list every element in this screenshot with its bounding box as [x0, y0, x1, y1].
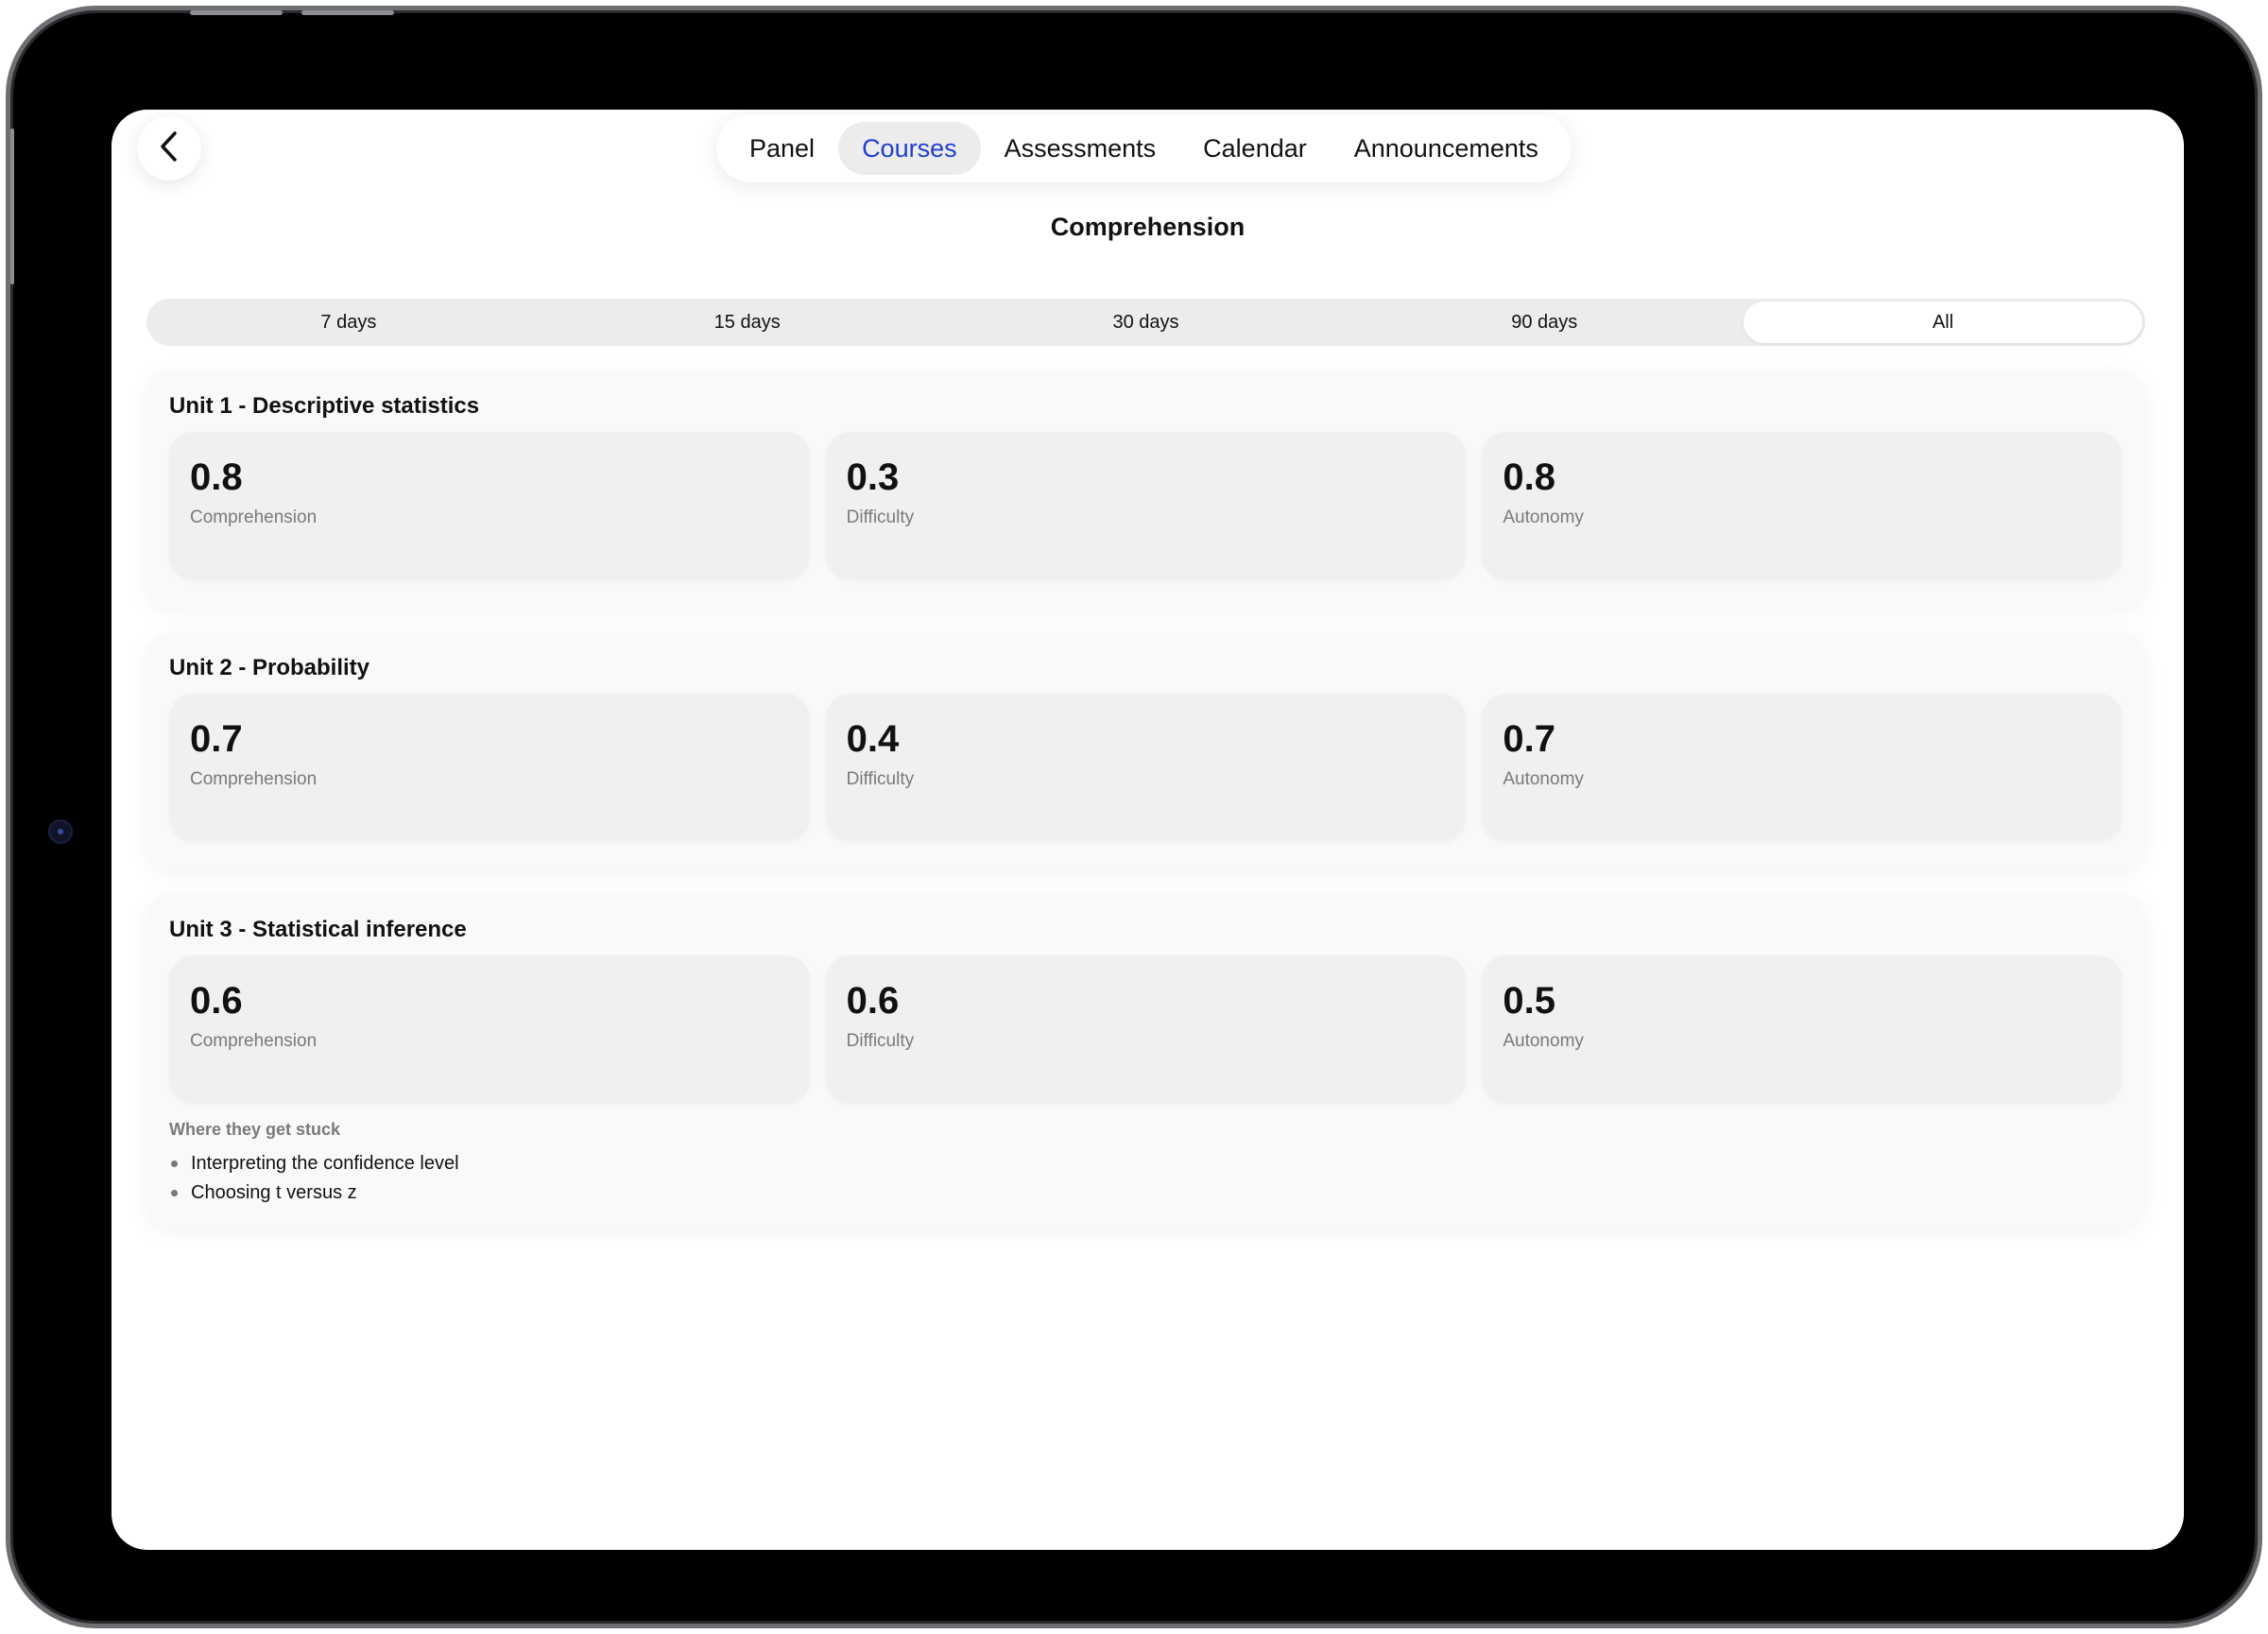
metric-card-comprehension: 0.8 Comprehension [169, 432, 810, 579]
app-screen: Panel Courses Assessments Calendar Annou… [112, 110, 2184, 1550]
volume-button [190, 10, 283, 15]
bullet-icon [171, 1161, 178, 1167]
metric-value: 0.6 [846, 980, 900, 1022]
time-range-selector: 7 days 15 days 30 days 90 days All [146, 299, 2145, 346]
range-90-days[interactable]: 90 days [1345, 301, 1744, 343]
metric-card-comprehension: 0.6 Comprehension [169, 955, 810, 1103]
metric-label: Autonomy [1503, 1031, 1584, 1051]
metric-label: Autonomy [1503, 769, 1584, 789]
page-title: Comprehension [1050, 213, 1246, 241]
tablet-frame: Panel Courses Assessments Calendar Annou… [6, 6, 2262, 1628]
metric-label: Difficulty [846, 769, 915, 789]
metric-card-difficulty: 0.3 Difficulty [825, 432, 1467, 579]
tab-announcements[interactable]: Announcements [1331, 122, 1562, 175]
back-button[interactable] [137, 116, 201, 181]
metric-card-comprehension: 0.7 Comprehension [169, 694, 810, 841]
power-button [10, 129, 14, 284]
unit-title: Unit 2 - Probability [169, 655, 370, 680]
metric-label: Autonomy [1503, 507, 1584, 527]
metric-value: 0.8 [190, 456, 243, 498]
metric-cards: 0.8 Comprehension 0.3 Difficulty 0.8 Aut… [169, 432, 2123, 579]
stuck-point-text: Choosing t versus z [191, 1182, 357, 1203]
stuck-points-title: Where they get stuck [169, 1120, 341, 1139]
metric-card-autonomy: 0.7 Autonomy [1482, 694, 2123, 841]
unit-card-3: Unit 3 - Statistical inference 0.6 Compr… [146, 894, 2145, 1229]
metric-value: 0.7 [190, 718, 243, 760]
metric-label: Difficulty [846, 507, 915, 527]
metric-label: Comprehension [190, 507, 318, 527]
unit-card-2: Unit 2 - Probability 0.7 Comprehension 0… [146, 632, 2145, 870]
metric-label: Difficulty [846, 1031, 915, 1051]
list-item: Choosing t versus z [169, 1178, 2122, 1208]
bullet-icon [171, 1190, 178, 1196]
metric-value: 0.3 [846, 456, 900, 498]
metric-cards: 0.7 Comprehension 0.4 Difficulty 0.7 Aut… [169, 694, 2123, 841]
unit-title: Unit 1 - Descriptive statistics [169, 393, 480, 419]
metric-value: 0.8 [1503, 456, 1555, 498]
range-15-days[interactable]: 15 days [548, 301, 947, 343]
metric-label: Comprehension [190, 1031, 318, 1051]
metric-label: Comprehension [190, 769, 318, 789]
stuck-point-text: Interpreting the confidence level [191, 1153, 459, 1174]
metric-cards: 0.6 Comprehension 0.6 Difficulty 0.5 Aut… [169, 955, 2123, 1103]
chevron-left-icon [158, 130, 180, 167]
metric-card-difficulty: 0.4 Difficulty [825, 694, 1467, 841]
metric-card-difficulty: 0.6 Difficulty [825, 955, 1467, 1103]
metric-value: 0.4 [846, 718, 900, 760]
range-all[interactable]: All [1744, 301, 2142, 343]
volume-button [301, 10, 394, 15]
front-camera [48, 819, 73, 844]
stuck-points-list: Interpreting the confidence level Choosi… [169, 1149, 2122, 1208]
tab-assessments[interactable]: Assessments [981, 122, 1180, 175]
unit-title: Unit 3 - Statistical inference [169, 917, 467, 942]
top-nav: Panel Courses Assessments Calendar Annou… [716, 114, 1572, 182]
tab-courses[interactable]: Courses [838, 122, 981, 175]
range-30-days[interactable]: 30 days [947, 301, 1346, 343]
tab-calendar[interactable]: Calendar [1179, 122, 1331, 175]
list-item: Interpreting the confidence level [169, 1149, 2122, 1178]
tab-panel[interactable]: Panel [726, 122, 838, 175]
range-7-days[interactable]: 7 days [149, 301, 548, 343]
metric-card-autonomy: 0.8 Autonomy [1482, 432, 2123, 579]
metric-value: 0.6 [190, 980, 243, 1022]
metric-card-autonomy: 0.5 Autonomy [1482, 955, 2123, 1103]
unit-card-1: Unit 1 - Descriptive statistics 0.8 Comp… [146, 370, 2145, 609]
metric-value: 0.7 [1503, 718, 1555, 760]
metric-value: 0.5 [1503, 980, 1555, 1022]
